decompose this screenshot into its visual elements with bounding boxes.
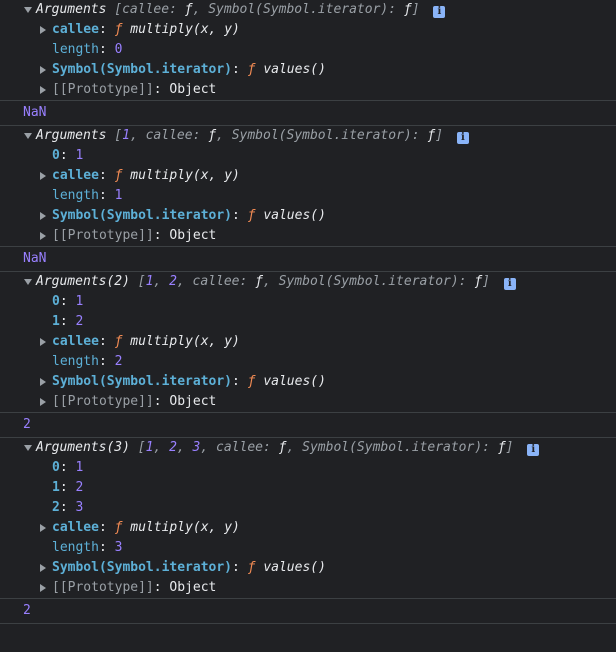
arguments-header[interactable]: Arguments(2) [1, 2, callee: ƒ, Symbol(Sy… (0, 272, 616, 292)
console-result: 2 (0, 599, 616, 624)
prop-symbol-iterator[interactable]: Symbol(Symbol.iterator): ƒ values() (0, 372, 616, 392)
prop-index: 0: 1 (52, 294, 84, 309)
arguments-header[interactable]: Arguments [callee: ƒ, Symbol(Symbol.iter… (0, 0, 616, 20)
info-icon[interactable]: i (456, 132, 469, 144)
prop-length: length: 1 (52, 188, 123, 203)
arguments-header[interactable]: Arguments [1, callee: ƒ, Symbol(Symbol.i… (0, 126, 616, 146)
console-entry: Arguments(3) [1, 2, 3, callee: ƒ, Symbol… (0, 438, 616, 599)
arguments-header[interactable]: Arguments(3) [1, 2, 3, callee: ƒ, Symbol… (0, 438, 616, 458)
symbol-preview-key: Symbol(Symbol.iterator) (208, 2, 389, 17)
prop-index: 0: 1 (52, 148, 84, 163)
expand-arrow-icon[interactable] (24, 7, 32, 13)
expand-arrow-icon[interactable] (40, 26, 46, 34)
expand-arrow-icon[interactable] (40, 338, 46, 346)
expand-arrow-icon[interactable] (40, 524, 46, 532)
prop-length: length: 0 (52, 42, 123, 57)
console-entry: Arguments [callee: ƒ, Symbol(Symbol.iter… (0, 0, 616, 101)
arguments-label: Arguments (36, 2, 107, 17)
expand-arrow-icon[interactable] (24, 133, 32, 139)
info-icon[interactable]: i (433, 6, 446, 18)
prop-symbol-iterator[interactable]: Symbol(Symbol.iterator): ƒ values() (0, 60, 616, 80)
prop-index: 1: 2 (52, 480, 84, 495)
expand-arrow-icon[interactable] (24, 279, 32, 285)
expand-arrow-icon[interactable] (40, 172, 46, 180)
prop-symbol-iterator[interactable]: Symbol(Symbol.iterator): ƒ values() (0, 558, 616, 578)
console-result: NaN (0, 101, 616, 126)
console-entry: Arguments(2) [1, 2, callee: ƒ, Symbol(Sy… (0, 272, 616, 413)
prop-prototype[interactable]: [[Prototype]]: Object (0, 392, 616, 412)
prop-length: length: 3 (52, 540, 123, 555)
expand-arrow-icon[interactable] (40, 564, 46, 572)
console-entry: Arguments [1, callee: ƒ, Symbol(Symbol.i… (0, 126, 616, 247)
console-result: 2 (0, 413, 616, 438)
prop-prototype[interactable]: [[Prototype]]: Object (0, 226, 616, 246)
prop-callee[interactable]: callee: ƒ multiply(x, y) (0, 166, 616, 186)
expand-arrow-icon[interactable] (40, 232, 46, 240)
prop-symbol-iterator[interactable]: Symbol(Symbol.iterator): ƒ values() (0, 206, 616, 226)
expand-arrow-icon[interactable] (40, 378, 46, 386)
prop-index: 1: 2 (52, 314, 84, 329)
prop-index: 0: 1 (52, 460, 84, 475)
prop-callee[interactable]: callee: ƒ multiply(x, y) (0, 332, 616, 352)
prop-prototype[interactable]: [[Prototype]]: Object (0, 578, 616, 598)
expand-arrow-icon[interactable] (40, 212, 46, 220)
prop-length: length: 2 (52, 354, 123, 369)
expand-arrow-icon[interactable] (40, 584, 46, 592)
expand-arrow-icon[interactable] (40, 398, 46, 406)
info-icon[interactable]: i (503, 278, 516, 290)
expand-arrow-icon[interactable] (40, 66, 46, 74)
symbol-preview-value: ƒ (403, 2, 412, 17)
expand-arrow-icon[interactable] (24, 445, 32, 451)
expand-arrow-icon[interactable] (40, 86, 46, 94)
console-result: NaN (0, 247, 616, 272)
callee-preview-value: ƒ (184, 2, 193, 17)
prop-index: 2: 3 (52, 500, 84, 515)
prop-callee[interactable]: callee: ƒ multiply(x, y) (0, 20, 616, 40)
prop-callee[interactable]: callee: ƒ multiply(x, y) (0, 518, 616, 538)
console-output: Arguments [callee: ƒ, Symbol(Symbol.iter… (0, 0, 616, 624)
callee-preview-key: callee (122, 2, 170, 17)
info-icon[interactable]: i (527, 444, 540, 456)
prop-prototype[interactable]: [[Prototype]]: Object (0, 80, 616, 100)
